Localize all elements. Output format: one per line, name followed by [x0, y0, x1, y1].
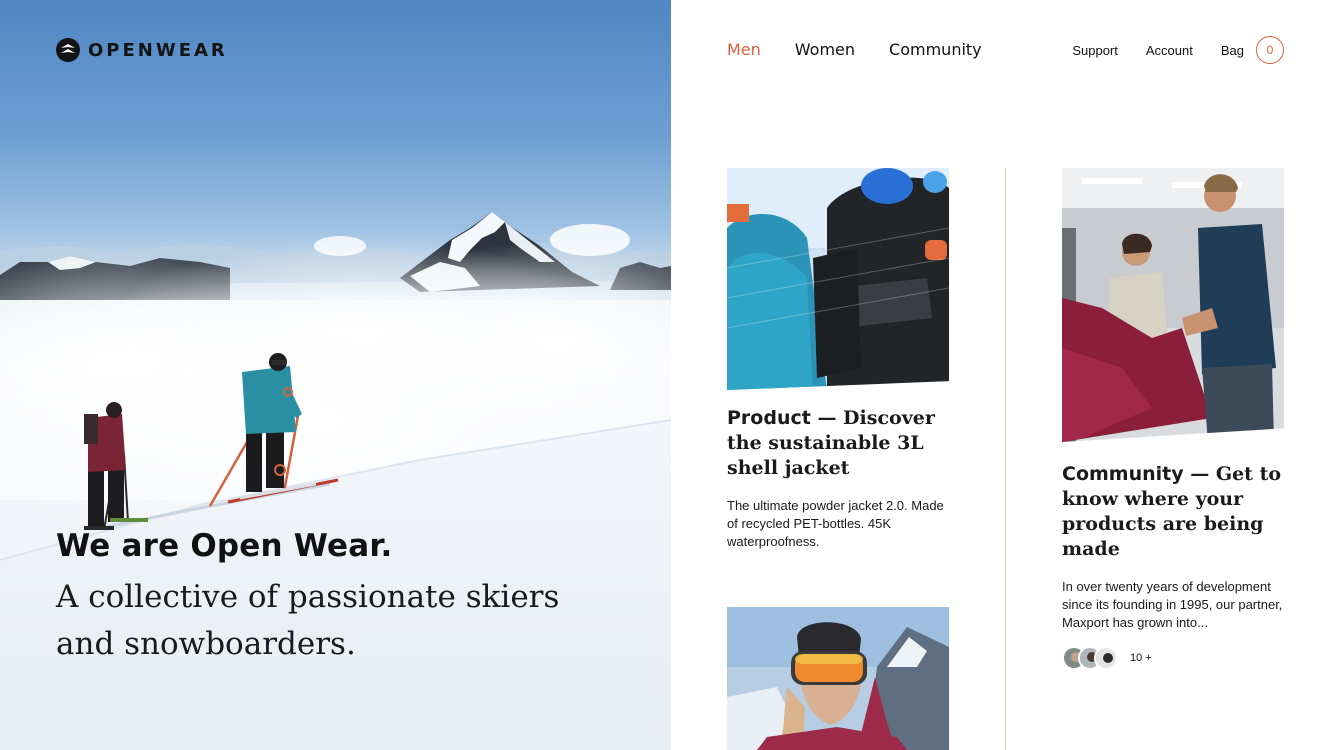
brand-logo[interactable]: OPENWEAR [56, 38, 228, 62]
product-card-description: The ultimate powder jacket 2.0. Made of … [727, 498, 944, 549]
avatar [1094, 646, 1118, 670]
nav-item-community[interactable]: Community [889, 38, 982, 62]
nav-item-women[interactable]: Women [795, 38, 855, 62]
nav-support-link[interactable]: Support [1072, 43, 1118, 58]
bag-button[interactable]: Bag 0 [1221, 36, 1284, 64]
product-card[interactable]: Product — Discover the sustainable 3L sh… [727, 168, 949, 551]
product-card-category: Product [727, 407, 811, 429]
skier-portrait-image[interactable] [727, 607, 949, 750]
community-card-heading[interactable]: Community — Get to know where your produ… [1062, 462, 1284, 562]
community-card[interactable]: Community — Get to know where your produ… [1062, 168, 1284, 670]
nav-account-link[interactable]: Account [1146, 43, 1193, 58]
avatar-count: 10 + [1130, 652, 1152, 664]
hero-section: OPENWEAR We are Open Wear. A collective … [0, 0, 671, 750]
community-card-category: Community [1062, 463, 1184, 485]
secondary-nav: Support Account Bag 0 [1072, 36, 1284, 64]
product-image[interactable] [727, 168, 949, 390]
nav-item-men[interactable]: Men [727, 38, 761, 62]
skier-card[interactable] [727, 607, 949, 750]
brand-name: OPENWEAR [88, 39, 228, 61]
column-divider [1005, 168, 1006, 750]
community-avatars[interactable]: 10 + [1062, 646, 1284, 670]
nav-bag-link[interactable]: Bag [1221, 43, 1244, 58]
openwear-logo-icon [56, 38, 80, 62]
hero-title: We are Open Wear. [56, 528, 393, 564]
hero-subtitle: A collective of passionate skiers and sn… [56, 579, 560, 662]
bag-count-badge[interactable]: 0 [1256, 36, 1284, 64]
community-image[interactable] [1062, 168, 1284, 442]
community-card-description: In over twenty years of development sinc… [1062, 579, 1283, 630]
primary-nav: Men Women Community [727, 38, 982, 62]
product-card-heading[interactable]: Product — Discover the sustainable 3L sh… [727, 406, 949, 481]
